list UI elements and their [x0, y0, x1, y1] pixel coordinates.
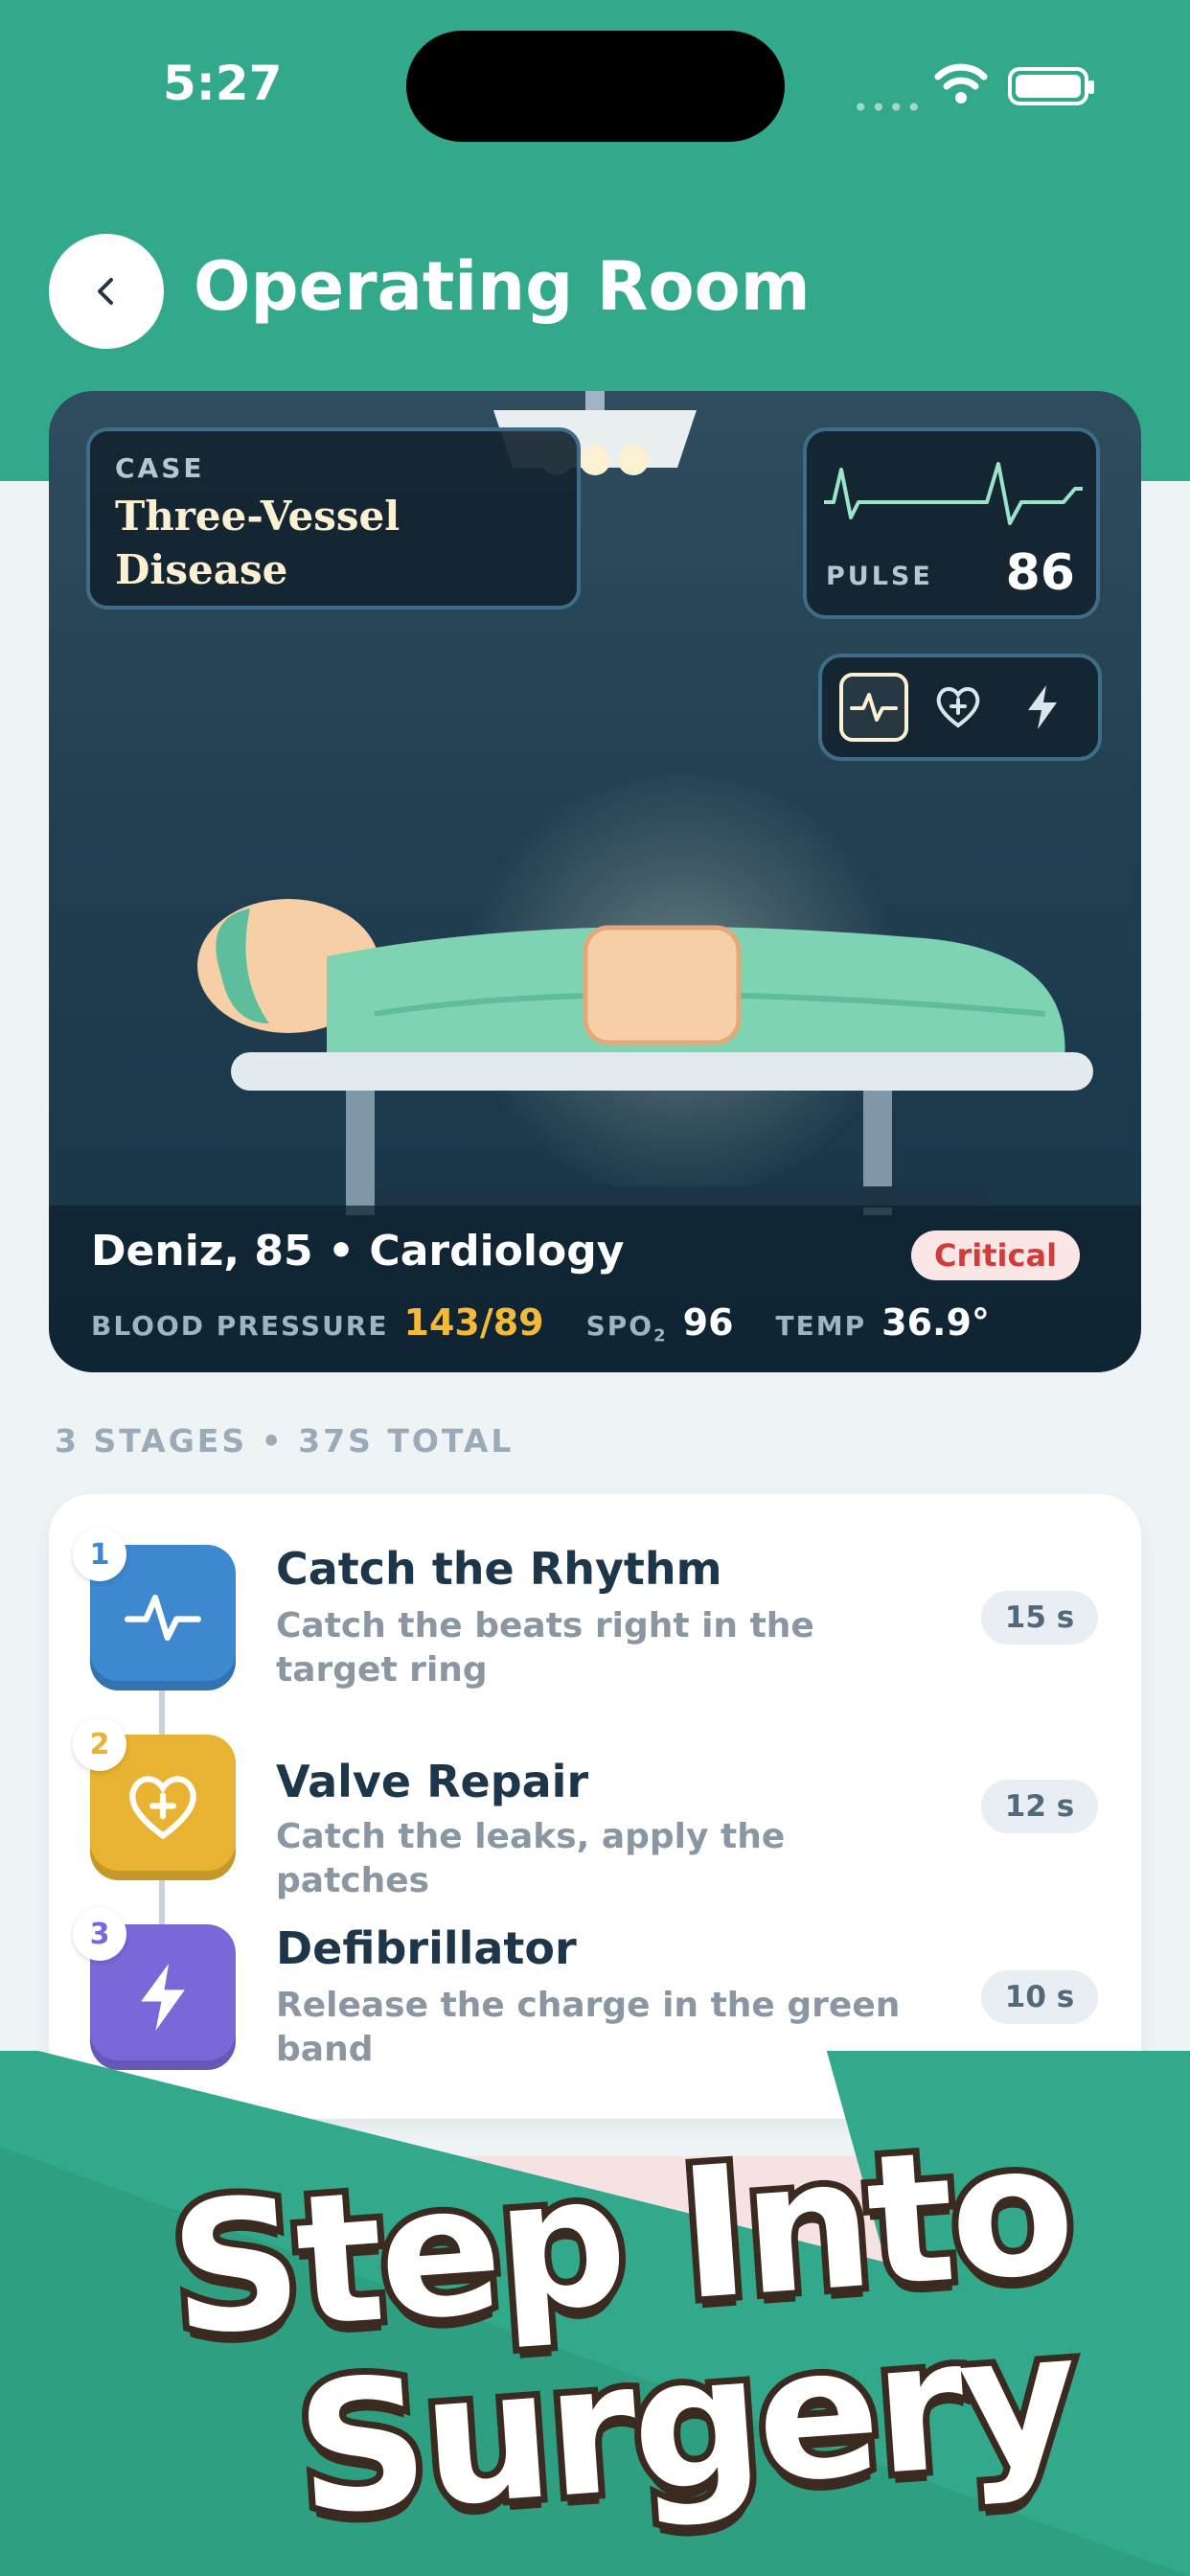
ecg-trace-icon	[824, 462, 1083, 525]
temp-label: TEMP	[775, 1310, 867, 1342]
stage-1-duration: 15 s	[981, 1591, 1098, 1644]
bolt-icon	[1028, 685, 1057, 729]
temp-value: 36.9°	[881, 1301, 990, 1344]
case-panel: CASE Three-Vessel Disease	[86, 427, 581, 610]
minigame-icon-tray	[818, 654, 1102, 761]
vitals-row: BLOOD PRESSURE 143/89 SPO2 96 TEMP 36.9°	[91, 1301, 1032, 1346]
heartbeat-icon	[125, 1595, 201, 1641]
chevron-left-icon	[98, 278, 113, 305]
operating-table-illustration	[197, 899, 1093, 1215]
bolt-icon	[141, 1964, 185, 2031]
signal-icon: ••••	[853, 92, 925, 124]
stage-1-number: 1	[73, 1528, 126, 1581]
stage-2-number: 2	[73, 1717, 126, 1771]
pulse-label: PULSE	[826, 562, 933, 591]
case-name-line2: Disease	[115, 546, 288, 593]
pulse-monitor: PULSE 86	[803, 427, 1100, 619]
bp-label: BLOOD PRESSURE	[91, 1310, 389, 1342]
wifi-icon	[934, 63, 988, 104]
back-button[interactable]	[49, 234, 164, 349]
stage-3-duration: 10 s	[981, 1970, 1098, 2024]
stages-summary: 3 STAGES • 37S TOTAL	[55, 1422, 515, 1460]
case-name-line1: Three-Vessel	[115, 493, 400, 540]
stage-connector	[159, 1687, 165, 1736]
battery-icon	[1008, 67, 1094, 105]
pulse-value: 86	[1005, 544, 1075, 602]
tray-valve-button[interactable]	[924, 673, 993, 742]
stage-1-description: Catch the beats right in the target ring	[276, 1606, 814, 1690]
stage-connector	[159, 1876, 165, 1926]
status-badge: Critical	[911, 1230, 1081, 1280]
stage-2-description: Catch the leaks, apply the patches	[276, 1817, 786, 1900]
stage-3-number: 3	[73, 1907, 126, 1961]
page-title: Operating Room	[194, 247, 811, 326]
spo2-value: 96	[682, 1301, 734, 1344]
stage-2-title: Valve Repair	[276, 1756, 589, 1807]
heart-plus-icon	[936, 687, 980, 728]
stage-3-title: Defibrillator	[276, 1922, 577, 1974]
tray-heartbeat-button[interactable]	[839, 673, 908, 742]
patient-summary: Deniz, 85 • Cardiology	[91, 1227, 625, 1276]
stage-1-title: Catch the Rhythm	[276, 1543, 722, 1595]
heart-plus-icon	[129, 1776, 196, 1840]
spo2-label: SPO2	[585, 1310, 668, 1346]
case-label: CASE	[115, 452, 205, 484]
stage-2-duration: 12 s	[981, 1780, 1098, 1833]
operating-room-scene: CASE Three-Vessel Disease PULSE 86 Deniz…	[49, 391, 1141, 1372]
tray-defib-button[interactable]	[1008, 673, 1077, 742]
case-name: Three-Vessel Disease	[115, 490, 552, 597]
status-time: 5:27	[163, 56, 283, 111]
bp-value: 143/89	[403, 1301, 544, 1344]
heartbeat-icon	[850, 693, 898, 722]
dynamic-island	[406, 31, 785, 142]
